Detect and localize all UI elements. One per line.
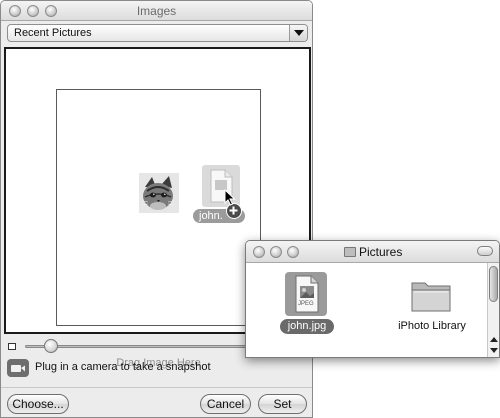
camera-row: Plug in a camera to take a snapshot xyxy=(7,359,307,377)
pictures-window: Pictures JPEG john.jpg iPhoto Library xyxy=(245,240,500,358)
pictures-title: Pictures xyxy=(359,245,403,259)
folder-icon[interactable] xyxy=(410,277,452,313)
vertical-scrollbar[interactable] xyxy=(487,263,499,357)
chevron-down-icon[interactable] xyxy=(289,25,307,41)
scrollbar-thumb[interactable] xyxy=(489,266,498,302)
window-title: Images xyxy=(136,4,177,18)
zoom-slider-thumb[interactable] xyxy=(44,339,58,353)
toolbar-toggle-button[interactable] xyxy=(477,246,493,256)
small-picture-icon xyxy=(8,343,16,350)
pictures-zoom-button[interactable] xyxy=(287,246,299,258)
divider xyxy=(1,387,312,388)
folder-icon xyxy=(344,247,356,257)
pictures-titlebar[interactable]: Pictures xyxy=(246,241,499,263)
images-titlebar[interactable]: Images xyxy=(1,1,312,21)
cat-image xyxy=(139,173,179,213)
pictures-close-button[interactable] xyxy=(253,246,265,258)
camera-hint: Plug in a camera to take a snapshot xyxy=(35,361,211,373)
jpeg-badge: JPEG xyxy=(298,301,314,307)
cancel-button[interactable]: Cancel xyxy=(200,394,251,414)
file-label-john[interactable]: john.jpg xyxy=(280,319,334,334)
video-camera-icon[interactable] xyxy=(7,359,29,377)
choose-button[interactable]: Choose... xyxy=(7,394,69,414)
source-popup-label: Recent Pictures xyxy=(14,27,92,39)
scroll-down-arrow-icon[interactable] xyxy=(490,348,498,353)
set-button[interactable]: Set xyxy=(258,394,307,414)
scroll-up-arrow-icon[interactable] xyxy=(490,337,498,342)
jpeg-file-icon[interactable] xyxy=(285,272,327,316)
folder-label-iphoto[interactable]: iPhoto Library xyxy=(384,320,480,332)
pictures-minimize-button[interactable] xyxy=(270,246,282,258)
source-popup[interactable]: Recent Pictures xyxy=(7,24,308,42)
arrow-cursor-icon xyxy=(224,188,236,209)
